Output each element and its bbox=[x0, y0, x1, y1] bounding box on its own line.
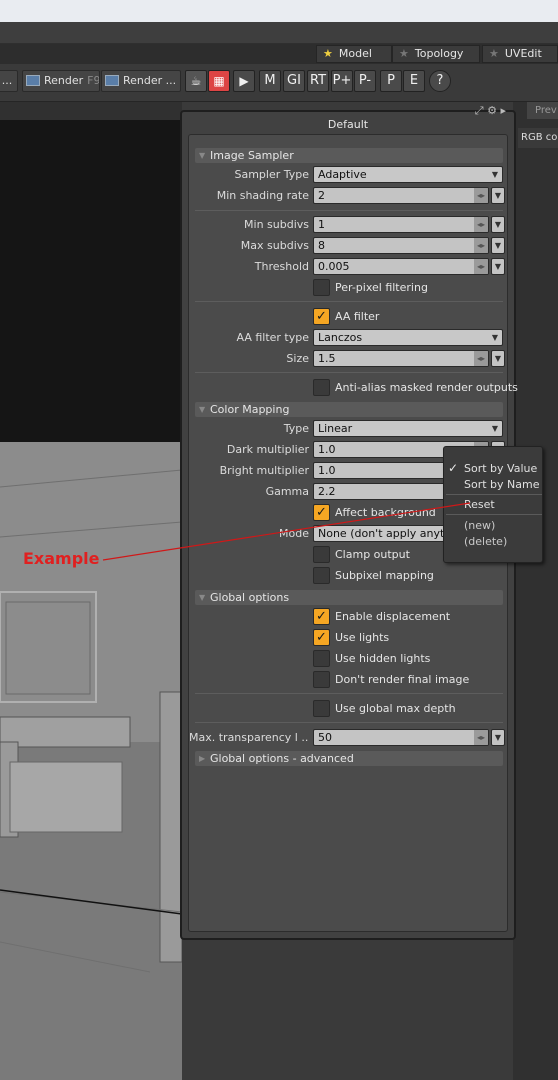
annotation-label: Example bbox=[23, 549, 100, 568]
app-window: ★ Model ★ Topology ★ UVEdit ... Render F9 Re… bbox=[0, 0, 558, 1080]
annotation-arrow bbox=[102, 502, 471, 561]
